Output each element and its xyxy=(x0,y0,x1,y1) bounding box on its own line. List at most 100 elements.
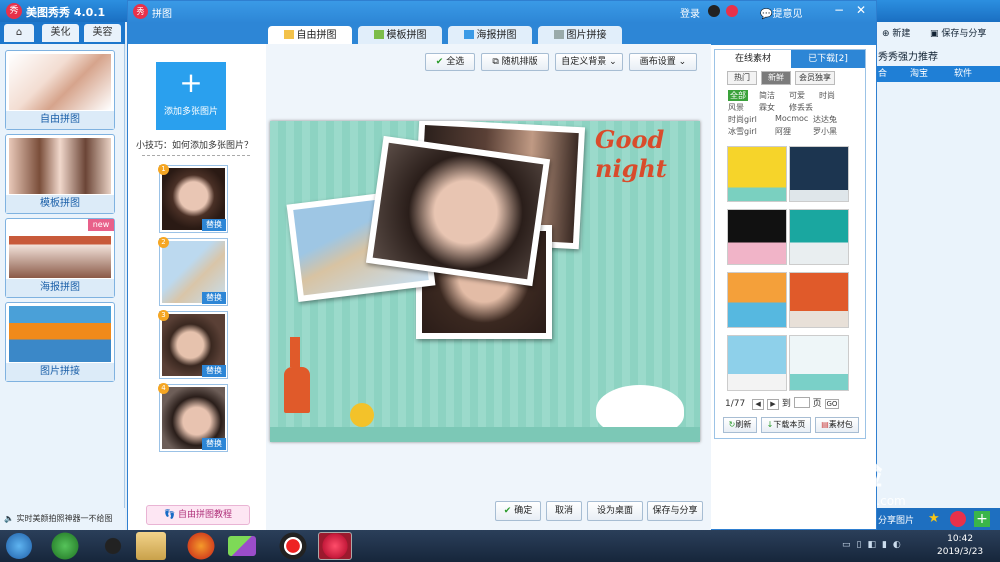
tab-software[interactable]: 软件 xyxy=(954,67,972,81)
add-images-button[interactable]: + 添加多张图片 xyxy=(156,62,226,130)
feedback-link[interactable]: 💬提意见 xyxy=(760,5,802,20)
category-item[interactable]: 罗小黑 xyxy=(813,126,837,137)
app-title: 美图秀秀 4.0.1 xyxy=(26,6,106,19)
category-item[interactable]: 冰雪girl xyxy=(728,126,757,137)
confirm-button[interactable]: ✔ 确定 xyxy=(495,501,541,521)
video-icon[interactable] xyxy=(228,536,256,556)
material-thumbnail[interactable] xyxy=(727,146,787,202)
home-tab[interactable]: ⌂ xyxy=(4,24,34,42)
category-item[interactable]: Mocmoc xyxy=(775,114,808,123)
tray-icons[interactable]: ▭▯◧▮◐ xyxy=(842,540,932,552)
minimize-button[interactable]: − xyxy=(834,3,844,17)
image-stitch-icon xyxy=(553,30,564,39)
material-thumbnail[interactable] xyxy=(789,146,849,202)
category-item[interactable]: 时尚girl xyxy=(728,114,757,125)
category-item[interactable]: 霖女 xyxy=(759,102,775,113)
clock[interactable]: 10:42 2019/3/23 xyxy=(937,533,983,559)
footprint-icon: 👣 xyxy=(163,510,176,520)
thumbnail-3[interactable]: 3 替换 xyxy=(158,310,228,379)
category-item[interactable]: 时尚 xyxy=(819,90,835,101)
tip-link[interactable]: 小技巧：如何添加多张图片？ xyxy=(136,138,253,151)
pager: 1/77 ◀ ▶ 到 页 GO xyxy=(725,396,840,410)
card-free-collage[interactable]: 自由拼图 xyxy=(5,50,115,130)
left-panel: 自由拼图 模板拼图 new 海报拼图 图片拼接 xyxy=(0,44,125,508)
tutorial-button[interactable]: 👣 自由拼图教程 xyxy=(146,505,250,525)
status-bar: 🔈 实时美颜拍照神器一不给图 xyxy=(0,508,125,530)
save-share-button[interactable]: ▣ 保存与分享 xyxy=(930,26,986,39)
refresh-button[interactable]: ↻刷新 xyxy=(723,417,757,433)
tab-label: 模板拼图 xyxy=(386,30,427,41)
category-item[interactable]: 达达兔 xyxy=(813,114,837,125)
filter-vip[interactable]: 会员独享 xyxy=(795,71,835,85)
tab-image-stitch[interactable]: 图片拼接 xyxy=(538,26,622,45)
tab-beauty[interactable]: 美容 xyxy=(84,24,121,42)
new-button[interactable]: ⊕ 新建 xyxy=(882,26,910,39)
thumbnail-1[interactable]: 1 替换 xyxy=(158,164,228,233)
material-thumbnail[interactable] xyxy=(789,209,849,265)
start-button[interactable] xyxy=(6,533,32,559)
material-thumbnail[interactable] xyxy=(727,209,787,265)
date: 2019/3/23 xyxy=(937,547,984,557)
card-template-collage[interactable]: 模板拼图 xyxy=(5,134,115,214)
replace-button[interactable]: 替换 xyxy=(202,292,226,304)
tab-free-collage[interactable]: 自由拼图 xyxy=(268,26,352,45)
material-thumbnail[interactable] xyxy=(789,335,849,391)
custom-background-dropdown[interactable]: 自定义背景 ⌄ xyxy=(555,53,623,71)
select-all-button[interactable]: ✔ 全选 xyxy=(425,53,475,71)
collage-canvas[interactable]: Good night xyxy=(270,121,700,442)
login-link[interactable]: 登录 xyxy=(680,5,700,20)
tab-template-collage[interactable]: 模板拼图 xyxy=(358,26,442,45)
folder-icon[interactable] xyxy=(136,532,166,560)
category-item[interactable]: 风景 xyxy=(728,102,744,113)
category-item[interactable]: 阿狸 xyxy=(775,126,791,137)
plus-icon: ⊕ xyxy=(882,29,890,39)
thumbnail-4[interactable]: 4 替换 xyxy=(158,383,228,452)
replace-button[interactable]: 替换 xyxy=(202,219,226,231)
random-layout-button[interactable]: ⧉ 随机排版 xyxy=(481,53,549,71)
category-all[interactable]: 全部 xyxy=(728,90,748,101)
card-poster-collage[interactable]: new 海报拼图 xyxy=(5,218,115,298)
tab-online-material[interactable]: 在线素材 xyxy=(715,50,791,68)
replace-button[interactable]: 替换 xyxy=(202,365,226,377)
set-desktop-button[interactable]: 设为桌面 xyxy=(587,501,643,521)
page-input[interactable] xyxy=(793,397,810,408)
tab-poster-collage[interactable]: 海报拼图 xyxy=(448,26,532,45)
star-icon[interactable]: ★ xyxy=(928,511,940,526)
filter-fresh[interactable]: 新鲜 xyxy=(761,71,791,85)
share-images-label[interactable]: 分享图片 xyxy=(878,513,914,526)
replace-button[interactable]: 替换 xyxy=(202,438,226,450)
download-page-button[interactable]: ↓下载本页 xyxy=(761,417,811,433)
category-item[interactable]: 简洁 xyxy=(759,90,775,101)
material-pack-button[interactable]: ▤素材包 xyxy=(815,417,859,433)
filter-hot[interactable]: 热门 xyxy=(727,71,757,85)
collage-photo[interactable] xyxy=(365,135,551,287)
tab-taobao[interactable]: 淘宝 xyxy=(910,67,928,81)
record-icon[interactable] xyxy=(276,532,310,560)
category-item[interactable]: 可爱 xyxy=(789,90,805,101)
meitu-icon[interactable] xyxy=(318,532,352,560)
qq-icon[interactable] xyxy=(96,532,130,560)
tab-downloaded[interactable]: 已下载[2] xyxy=(791,50,865,68)
thumbnail-2[interactable]: 2 替换 xyxy=(158,237,228,306)
next-page-button[interactable]: ▶ xyxy=(766,399,779,410)
go-button[interactable]: GO xyxy=(824,399,840,409)
cancel-button[interactable]: 取消 xyxy=(546,501,582,521)
tab-beautify[interactable]: 美化 xyxy=(42,24,79,42)
material-thumbnail[interactable] xyxy=(789,272,849,328)
prev-page-button[interactable]: ◀ xyxy=(752,399,765,410)
main-tabs: ⌂ 美化 美容 xyxy=(0,22,125,44)
weibo-icon[interactable] xyxy=(950,511,966,527)
add-icon[interactable]: + xyxy=(974,511,990,527)
card-image-stitch[interactable]: 图片拼接 xyxy=(5,302,115,382)
weibo-login-icon[interactable] xyxy=(726,5,738,17)
material-thumbnail[interactable] xyxy=(727,272,787,328)
save-share-button[interactable]: 保存与分享 xyxy=(647,501,703,521)
category-item[interactable]: 修丢丢 xyxy=(789,102,813,113)
tab-collage[interactable]: 合 xyxy=(878,67,887,81)
canvas-settings-dropdown[interactable]: 画布设置 ⌄ xyxy=(629,53,697,71)
firefox-icon[interactable] xyxy=(184,532,218,560)
close-icon[interactable]: ✕ xyxy=(856,3,866,17)
qq-login-icon[interactable] xyxy=(708,5,720,17)
ie-icon[interactable] xyxy=(48,532,82,560)
material-thumbnail[interactable] xyxy=(727,335,787,391)
